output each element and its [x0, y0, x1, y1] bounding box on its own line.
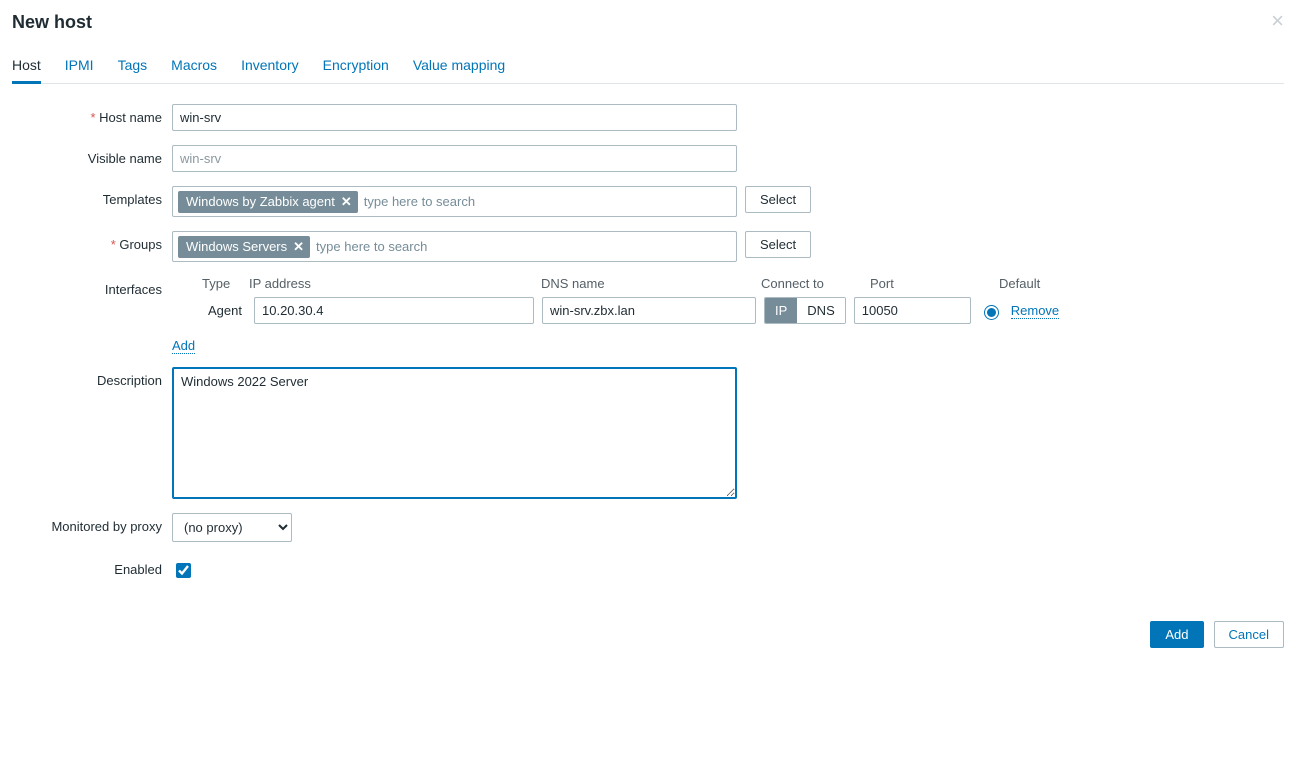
label-visible-name: Visible name [12, 145, 172, 166]
tabs: Host IPMI Tags Macros Inventory Encrypti… [12, 51, 1284, 84]
tab-encryption[interactable]: Encryption [323, 51, 389, 83]
tab-inventory[interactable]: Inventory [241, 51, 299, 83]
host-name-input[interactable] [172, 104, 737, 131]
label-templates: Templates [12, 186, 172, 207]
interface-add-link[interactable]: Add [172, 338, 195, 354]
remove-group-icon[interactable]: ✕ [293, 239, 304, 255]
label-proxy: Monitored by proxy [12, 513, 172, 534]
interfaces-header: Type IP address DNS name Connect to Port… [172, 276, 1284, 291]
templates-multiselect[interactable]: Windows by Zabbix agent ✕ [172, 186, 737, 217]
label-description: Description [12, 367, 172, 388]
tab-ipmi[interactable]: IPMI [65, 51, 94, 83]
group-tag-label: Windows Servers [186, 239, 287, 254]
interface-remove-link[interactable]: Remove [1011, 303, 1059, 319]
col-type: Type [202, 276, 249, 291]
template-tag-label: Windows by Zabbix agent [186, 194, 335, 209]
groups-multiselect[interactable]: Windows Servers ✕ [172, 231, 737, 262]
interface-ip-input[interactable] [254, 297, 534, 324]
add-button[interactable]: Add [1150, 621, 1203, 648]
templates-select-button[interactable]: Select [745, 186, 811, 213]
interface-type: Agent [202, 303, 246, 318]
col-dns: DNS name [541, 276, 761, 291]
tab-tags[interactable]: Tags [118, 51, 148, 83]
tab-host[interactable]: Host [12, 51, 41, 83]
connect-to-segment: IP DNS [764, 297, 846, 324]
groups-select-button[interactable]: Select [745, 231, 811, 258]
connect-ip-option[interactable]: IP [765, 298, 797, 323]
enabled-checkbox[interactable] [176, 563, 191, 578]
tab-macros[interactable]: Macros [171, 51, 217, 83]
connect-dns-option[interactable]: DNS [797, 298, 844, 323]
col-default: Default [999, 276, 1059, 291]
proxy-select[interactable]: (no proxy) [172, 513, 292, 542]
tab-value-mapping[interactable]: Value mapping [413, 51, 505, 83]
templates-search-input[interactable] [362, 190, 731, 213]
interface-default-radio[interactable] [984, 305, 999, 320]
close-icon[interactable]: × [1271, 8, 1284, 34]
cancel-button[interactable]: Cancel [1214, 621, 1284, 648]
interface-row: Agent IP DNS Remove [172, 297, 1284, 324]
col-port: Port [870, 276, 999, 291]
page-title: New host [12, 12, 1284, 33]
remove-template-icon[interactable]: ✕ [341, 194, 352, 210]
label-enabled: Enabled [12, 556, 172, 577]
groups-search-input[interactable] [314, 235, 731, 258]
interface-port-input[interactable] [854, 297, 971, 324]
label-host-name: Host name [12, 104, 172, 125]
description-textarea[interactable]: Windows 2022 Server [172, 367, 737, 499]
col-connect: Connect to [761, 276, 870, 291]
interface-dns-input[interactable] [542, 297, 756, 324]
visible-name-input[interactable] [172, 145, 737, 172]
group-tag[interactable]: Windows Servers ✕ [178, 236, 310, 258]
label-groups: Groups [12, 231, 172, 252]
template-tag[interactable]: Windows by Zabbix agent ✕ [178, 191, 358, 213]
label-interfaces: Interfaces [12, 276, 172, 297]
col-ip: IP address [249, 276, 541, 291]
